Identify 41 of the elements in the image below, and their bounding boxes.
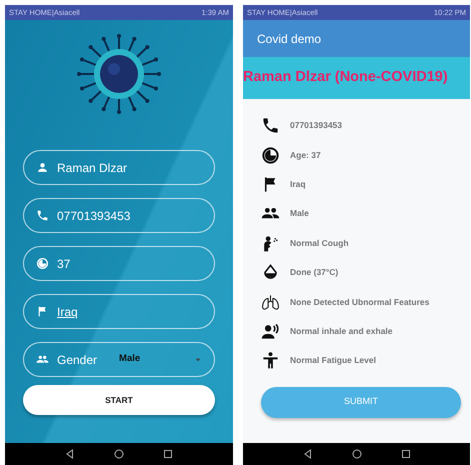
- app-title: Covid demo: [257, 30, 322, 48]
- input-field[interactable]: Iraq: [23, 294, 215, 329]
- phone-icon: [36, 209, 49, 222]
- detail-text: Normal Fatigue Level: [290, 354, 376, 368]
- input-field[interactable]: Raman Dlzar: [23, 150, 215, 185]
- detail-text: Normal inhale and exhale: [290, 325, 393, 338]
- home-icon[interactable]: [112, 448, 125, 460]
- detail-text: Normal Cough: [290, 236, 349, 250]
- home-icon[interactable]: [350, 448, 362, 460]
- detail-text: Male: [290, 207, 309, 220]
- person-icon: [36, 161, 49, 174]
- detail-text: 07701393453: [290, 119, 342, 132]
- dropdown-value: Male: [119, 352, 142, 366]
- clock-icon: [36, 257, 49, 270]
- recents-icon[interactable]: [400, 448, 412, 460]
- detail-text: Iraq: [290, 178, 306, 191]
- submit-button[interactable]: SUBMIT: [261, 386, 461, 418]
- detail-text: Done (37°C): [290, 266, 338, 280]
- caret-icon: [194, 356, 202, 364]
- coughing-person-icon: [261, 234, 280, 253]
- detail-text: Age: 37: [290, 148, 321, 162]
- input-field[interactable]: 07701393453: [23, 198, 215, 233]
- field-value: 07701393453: [57, 208, 130, 224]
- standing-person-icon: [261, 351, 280, 370]
- phone-icon: [261, 116, 280, 136]
- speaking-person-icon: [261, 322, 280, 341]
- people-icon: [36, 353, 49, 366]
- input-field[interactable]: Gender Male: [23, 342, 215, 377]
- detail-text: None Detected Ubnormal Features: [290, 296, 430, 308]
- input-field[interactable]: 37: [23, 246, 215, 281]
- patient-name: Raman Dlzar (None-COVID19): [243, 68, 448, 88]
- field-value: 37: [57, 256, 70, 272]
- start-button[interactable]: START: [23, 385, 215, 415]
- back-icon[interactable]: [302, 448, 314, 460]
- clock-icon: [261, 146, 280, 165]
- back-icon[interactable]: [64, 448, 76, 460]
- field-value: Iraq: [57, 304, 78, 320]
- field-label: Gender: [57, 352, 98, 368]
- field-value: Raman Dlzar: [57, 160, 128, 176]
- lungs-icon: [261, 292, 280, 312]
- recents-icon[interactable]: [162, 448, 174, 460]
